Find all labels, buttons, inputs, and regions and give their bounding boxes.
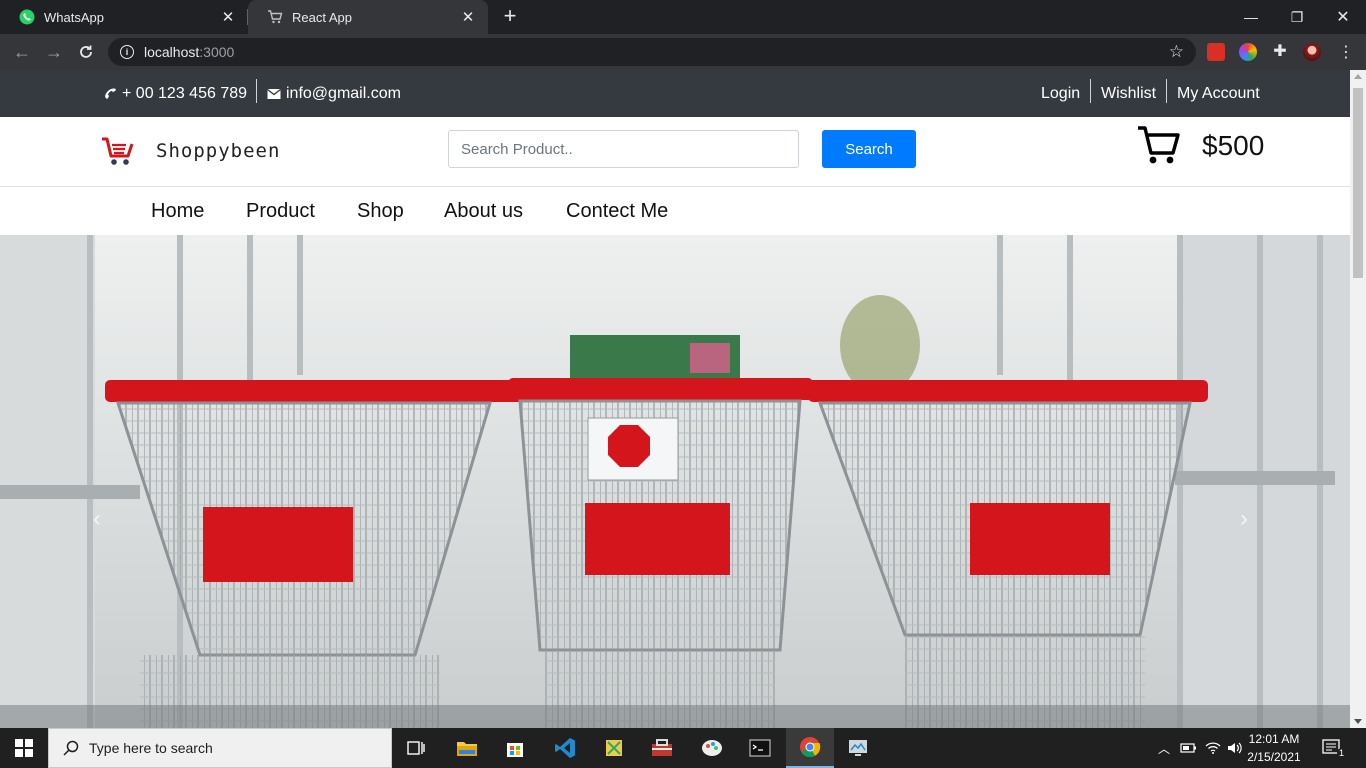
close-tab-icon[interactable]: ✕: [218, 7, 238, 27]
restore-button[interactable]: ❐: [1274, 0, 1320, 34]
toolbox-app-icon[interactable]: [638, 728, 686, 768]
battery-icon[interactable]: [1180, 728, 1198, 768]
site-header: Shoppybeen Search $500: [0, 117, 1350, 187]
forward-button[interactable]: →: [42, 40, 66, 64]
new-tab-button[interactable]: +: [498, 5, 522, 29]
extension-color-icon[interactable]: [1239, 43, 1257, 61]
terminal-icon[interactable]: [736, 728, 784, 768]
store-icon[interactable]: [491, 728, 539, 768]
login-link[interactable]: Login: [1041, 70, 1080, 117]
carousel-prev-button[interactable]: ‹: [93, 505, 101, 533]
phone-contact[interactable]: + 00 123 456 789: [102, 70, 247, 117]
sticky-app-icon[interactable]: [590, 728, 638, 768]
main-navigation: Home Product Shop About us Contect Me: [0, 187, 1350, 235]
divider: [1090, 79, 1091, 103]
phone-number: + 00 123 456 789: [122, 84, 248, 102]
brand-name: Shoppybeen: [156, 140, 281, 162]
web-page: + 00 123 456 789 info@gmail.com Login Wi…: [0, 70, 1350, 728]
extensions-puzzle-icon[interactable]: ✚: [1271, 43, 1289, 61]
clock-date: 2/15/2021: [1247, 750, 1301, 764]
envelope-icon: [267, 88, 281, 99]
wishlist-link[interactable]: Wishlist: [1101, 70, 1156, 117]
carousel-next-button[interactable]: ›: [1240, 505, 1248, 533]
close-window-button[interactable]: ✕: [1320, 0, 1366, 34]
notifications-button[interactable]: 1: [1322, 728, 1347, 768]
windows-taskbar: Type here to search ︿ 12:01 AM 2/15/2021: [0, 728, 1366, 768]
file-explorer-icon[interactable]: [443, 728, 491, 768]
scroll-down-arrow[interactable]: [1354, 719, 1362, 724]
page-scrollbar[interactable]: [1350, 70, 1366, 728]
scroll-up-arrow[interactable]: [1354, 74, 1362, 79]
url-port: :3000: [199, 44, 235, 60]
phone-icon: [105, 87, 116, 99]
my-account-link[interactable]: My Account: [1177, 70, 1260, 117]
brand[interactable]: Shoppybeen: [100, 135, 280, 167]
minimize-button[interactable]: ―: [1228, 0, 1274, 34]
reload-icon: [80, 45, 92, 58]
close-tab-icon[interactable]: ✕: [458, 7, 478, 27]
cart-total: $500: [1202, 130, 1265, 161]
system-clock[interactable]: 12:01 AM 2/15/2021: [1238, 730, 1310, 766]
paint-app-icon[interactable]: [688, 728, 736, 768]
search-input[interactable]: [448, 130, 799, 168]
extension-red-icon[interactable]: [1207, 43, 1225, 61]
search-button[interactable]: Search: [822, 130, 916, 168]
browser-tab-strip: WhatsApp ✕ React App ✕ + ― ❐ ✕: [0, 0, 1366, 34]
show-hidden-icons[interactable]: ︿: [1158, 728, 1170, 768]
taskbar-search-box[interactable]: Type here to search: [48, 728, 392, 768]
bookmark-star-icon[interactable]: ☆: [1169, 42, 1184, 62]
url-host: localhost: [144, 44, 200, 60]
browser-toolbar: ← → i localhost:3000 ☆ ✚ ⋮: [0, 34, 1366, 70]
top-info-bar: + 00 123 456 789 info@gmail.com Login Wi…: [0, 70, 1350, 117]
taskbar-search-placeholder: Type here to search: [89, 740, 213, 756]
site-info-icon[interactable]: i: [120, 45, 134, 59]
task-view-icon[interactable]: [392, 728, 440, 768]
tab-title: WhatsApp: [44, 9, 104, 25]
whatsapp-icon: [18, 8, 36, 26]
hero-carousel: ‹ ›: [0, 235, 1350, 728]
address-bar[interactable]: i localhost:3000 ☆: [108, 38, 1196, 66]
cart-favicon-icon: [266, 8, 284, 26]
search-icon: [63, 740, 79, 756]
vscode-icon[interactable]: [541, 728, 589, 768]
chrome-icon[interactable]: [786, 728, 834, 768]
email-address: info@gmail.com: [286, 84, 401, 102]
shopping-carts-photo: [0, 235, 1350, 728]
reload-button[interactable]: [74, 40, 98, 64]
monitor-app-icon[interactable]: [834, 728, 882, 768]
cart-center: [508, 378, 813, 728]
shopping-cart-icon: [1138, 126, 1180, 164]
scrollbar-thumb[interactable]: [1353, 88, 1363, 278]
nav-item-shop[interactable]: Shop: [357, 187, 404, 235]
nav-item-about-us[interactable]: About us: [444, 187, 523, 235]
nav-item-home[interactable]: Home: [151, 187, 204, 235]
cart-button[interactable]: [1137, 125, 1181, 170]
windows-logo-icon: [15, 739, 33, 757]
wifi-icon[interactable]: [1205, 728, 1221, 768]
logo-cart-icon: [102, 137, 134, 165]
notification-count: 1: [1337, 748, 1347, 758]
tab-whatsapp[interactable]: WhatsApp ✕: [0, 0, 248, 34]
tab-react-app[interactable]: React App ✕: [248, 0, 488, 34]
nav-item-product[interactable]: Product: [246, 187, 315, 235]
clock-time: 12:01 AM: [1248, 732, 1300, 746]
email-contact[interactable]: info@gmail.com: [267, 70, 401, 117]
divider: [256, 79, 257, 103]
nav-item-contact[interactable]: Contect Me: [566, 187, 668, 235]
start-button[interactable]: [0, 728, 48, 768]
back-button[interactable]: ←: [10, 40, 34, 64]
browser-menu-icon[interactable]: ⋮: [1334, 40, 1358, 64]
divider: [1166, 79, 1167, 103]
profile-avatar[interactable]: [1303, 43, 1321, 61]
tab-title: React App: [292, 9, 352, 25]
